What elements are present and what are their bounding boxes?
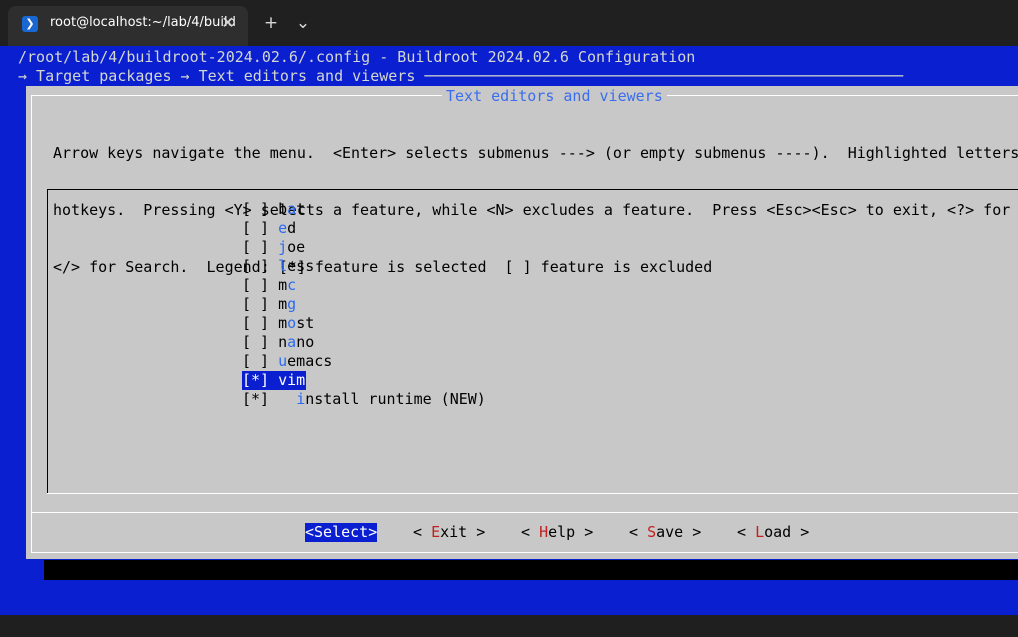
- menu-item[interactable]: [ ] ed: [242, 219, 296, 238]
- menu-item[interactable]: [ ] most: [242, 314, 314, 333]
- terminal-tab[interactable]: ❯ root@localhost:~/lab/4/build ✕: [8, 6, 248, 46]
- exit-button[interactable]: < Exit >: [413, 523, 485, 542]
- menu-item-label: emacs: [287, 352, 333, 370]
- menu-item-hotkey: l: [278, 257, 288, 275]
- menu-item-hotkey: u: [278, 352, 288, 370]
- config-path-line: /root/lab/4/buildroot-2024.02.6/.config …: [18, 48, 696, 66]
- menu-item-hotkey: a: [287, 200, 297, 218]
- tab-dropdown-icon[interactable]: ⌄: [290, 12, 316, 36]
- close-tab-icon[interactable]: ✕: [218, 13, 238, 33]
- button-bar: <Select> < Exit > < Help > < Save > < Lo…: [0, 523, 1018, 637]
- menu-item-hotkey: a: [287, 333, 297, 351]
- menu-item-label: im: [287, 371, 306, 389]
- menu-item-hotkey: e: [278, 219, 288, 237]
- menu-item[interactable]: [ ] joe: [242, 238, 305, 257]
- menu-item-label: t: [296, 200, 306, 218]
- menu-item-checkbox[interactable]: [ ]: [242, 295, 269, 313]
- breadcrumb-line: → Target packages → Text editors and vie…: [18, 67, 904, 85]
- menu-item-hotkey: g: [287, 295, 297, 313]
- menu-item-checkbox[interactable]: [*]: [242, 371, 269, 389]
- menu-item[interactable]: [ ] uemacs: [242, 352, 332, 371]
- menu-item[interactable]: [ ] nano: [242, 333, 314, 352]
- tab-title: root@localhost:~/lab/4/build: [50, 15, 236, 30]
- menu-item[interactable]: [ ] mg: [242, 295, 296, 314]
- button-separator: [31, 512, 1018, 513]
- menu-item-checkbox[interactable]: [ ]: [242, 276, 269, 294]
- menu-item-hotkey: j: [278, 238, 288, 256]
- menu-item[interactable]: [ ] mc: [242, 276, 296, 295]
- menu-item-checkbox[interactable]: [ ]: [242, 257, 269, 275]
- menu-item-checkbox[interactable]: [ ]: [242, 200, 269, 218]
- menu-item-label: m: [278, 314, 288, 332]
- menu-item-label: no: [296, 333, 315, 351]
- menu-item[interactable]: [*] vim: [242, 371, 307, 390]
- new-tab-button[interactable]: +: [258, 12, 284, 36]
- menu-item-hotkey: o: [287, 314, 297, 332]
- menu-item-checkbox[interactable]: [*]: [242, 390, 269, 408]
- menu-item-label: oe: [287, 238, 306, 256]
- select-button[interactable]: <Select>: [305, 523, 378, 542]
- menu-item-hotkey: v: [278, 371, 288, 389]
- help-button[interactable]: < Help >: [521, 523, 593, 542]
- menu-item-hotkey: c: [287, 276, 297, 294]
- dialog-title: Text editors and viewers: [442, 87, 667, 106]
- powershell-icon: ❯: [22, 16, 38, 32]
- menu-item-label: m: [278, 276, 288, 294]
- menu-item[interactable]: [*] install runtime (NEW): [242, 390, 486, 409]
- menu-item-hotkey: i: [296, 390, 306, 408]
- menu-item[interactable]: [ ] less: [242, 257, 314, 276]
- menu-list-box: [47, 189, 1018, 494]
- menu-item-label: d: [287, 219, 297, 237]
- save-button[interactable]: < Save >: [629, 523, 701, 542]
- menu-item-label: n: [278, 333, 288, 351]
- menu-list-box-bottom: [47, 493, 1018, 495]
- menu-item-label: m: [278, 295, 288, 313]
- help-line: Arrow keys navigate the menu. <Enter> se…: [53, 144, 1018, 162]
- menu-item-checkbox[interactable]: [ ]: [242, 219, 269, 237]
- menu-item-label: ess: [287, 257, 315, 275]
- menu-item-label: [278, 390, 296, 408]
- menu-item-checkbox[interactable]: [ ]: [242, 352, 269, 370]
- menu-item-label: nstall runtime (NEW): [305, 390, 486, 408]
- load-button[interactable]: < Load >: [737, 523, 809, 542]
- terminal-titlebar: ❯ root@localhost:~/lab/4/build ✕ + ⌄: [0, 0, 1018, 46]
- menu-item-checkbox[interactable]: [ ]: [242, 238, 269, 256]
- menu-item[interactable]: [ ] bat: [242, 200, 305, 219]
- menu-item-label: st: [296, 314, 315, 332]
- menu-item-checkbox[interactable]: [ ]: [242, 314, 269, 332]
- menu-item-label: b: [278, 200, 288, 218]
- menu-item-checkbox[interactable]: [ ]: [242, 333, 269, 351]
